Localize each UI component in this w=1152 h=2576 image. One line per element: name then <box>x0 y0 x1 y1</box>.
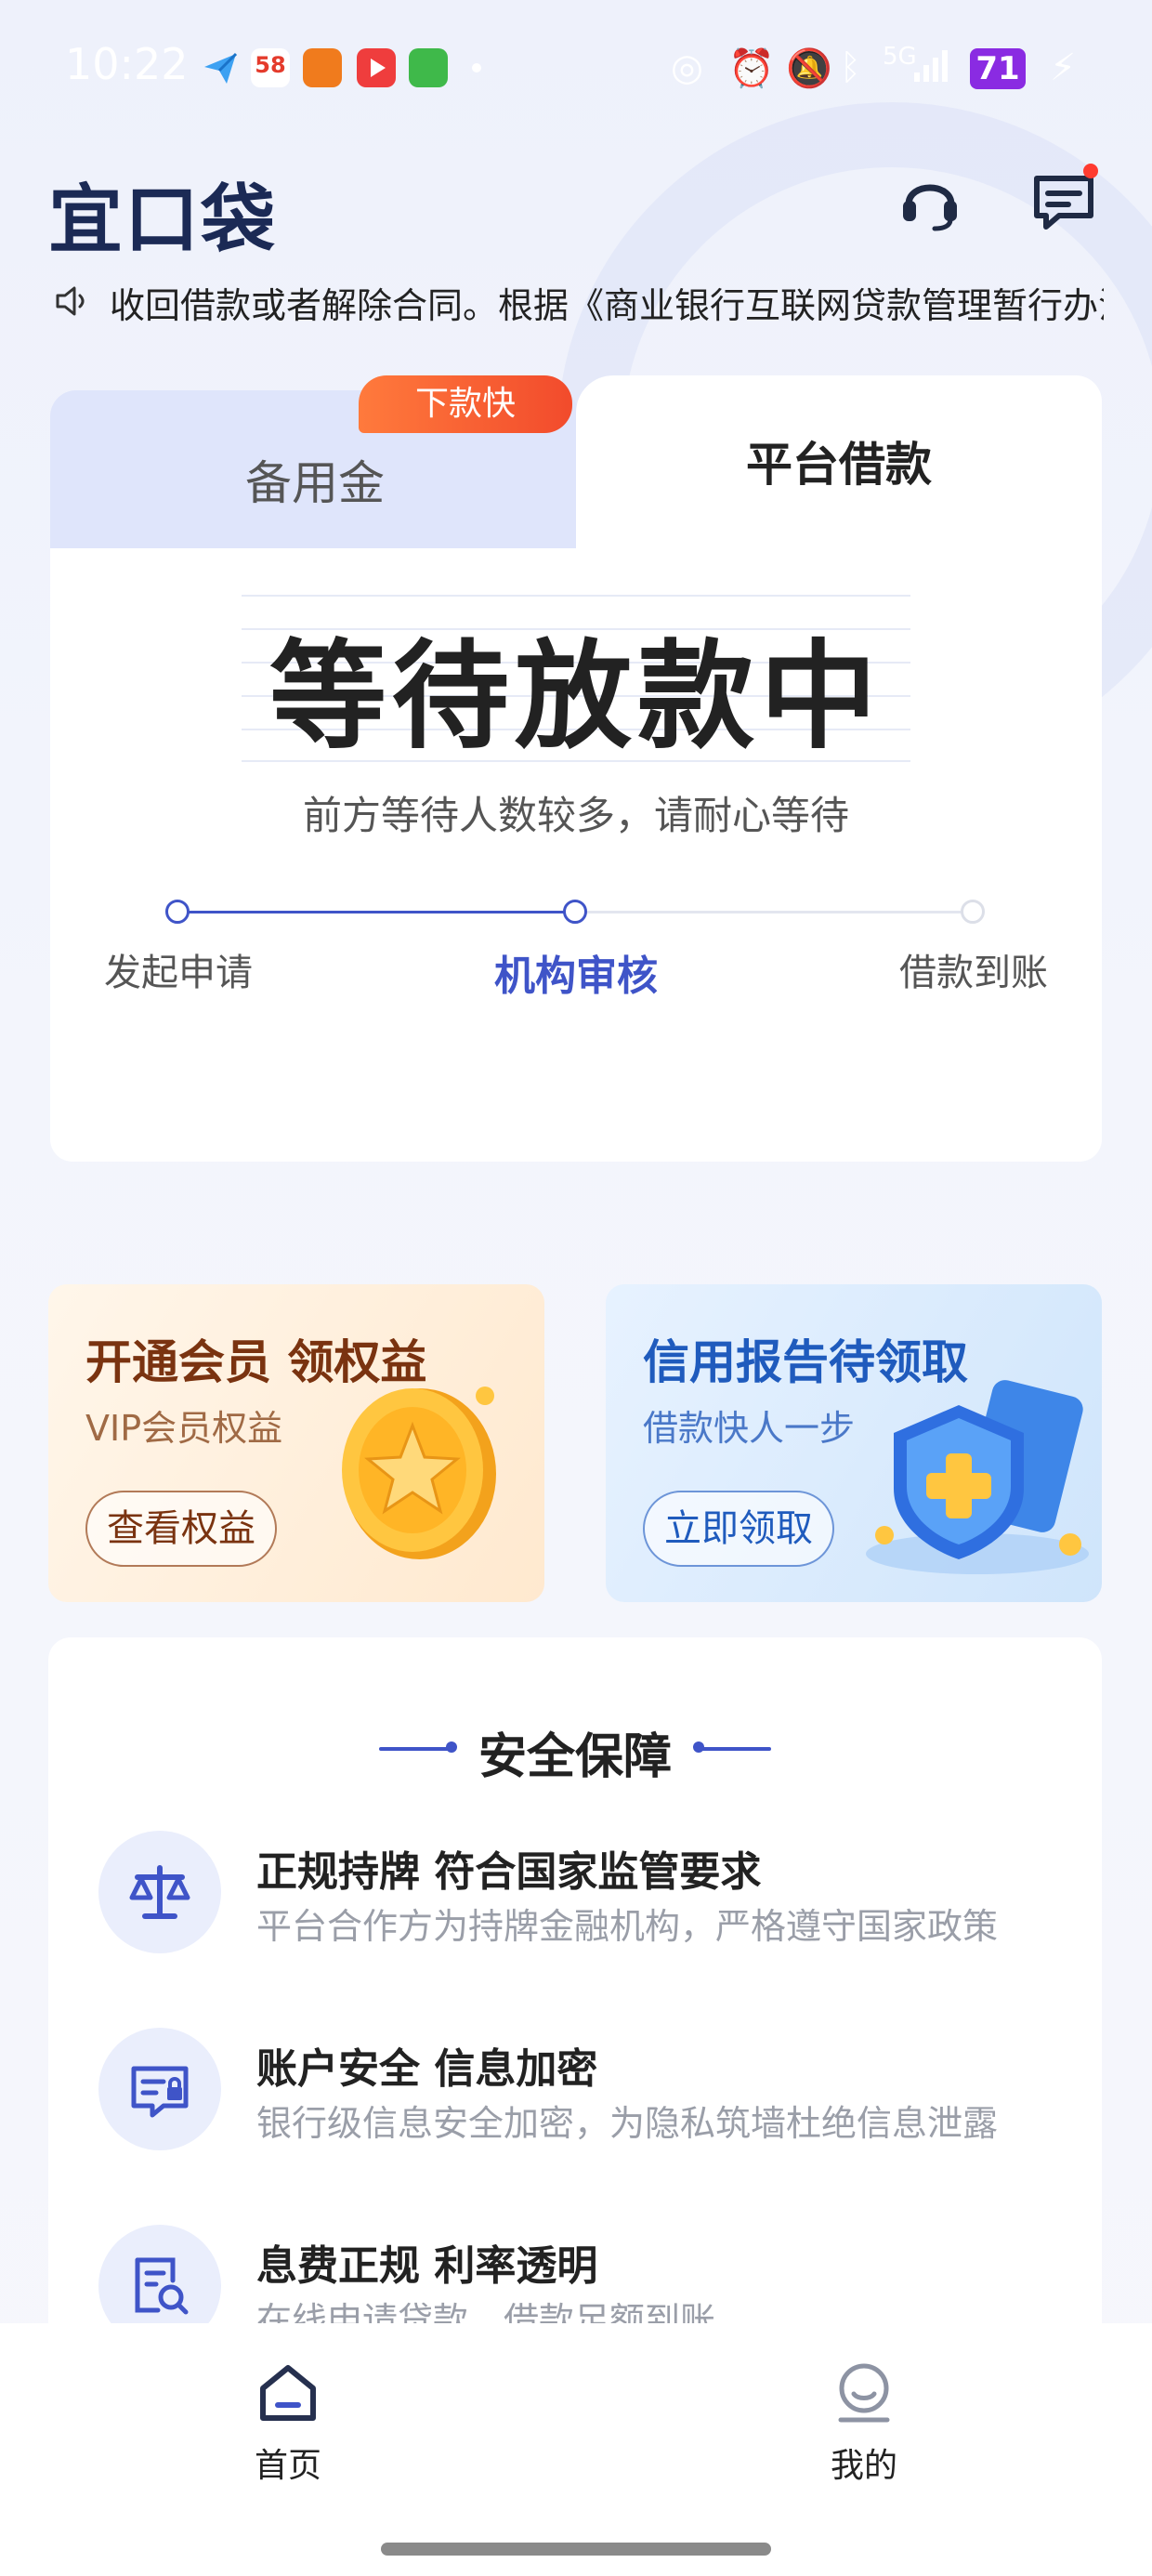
profile-icon <box>838 2363 890 2423</box>
safety-item-heading: 息费正规 利率透明 <box>256 2242 598 2290</box>
headset-icon <box>903 184 957 231</box>
mute-icon: 🔕 <box>786 47 832 90</box>
step-label-arrival: 借款到账 <box>899 952 1048 994</box>
nfc-icon: ◎ <box>671 46 703 89</box>
step-dot-arrival <box>961 900 985 924</box>
loan-status-title: 等待放款中 <box>269 628 883 765</box>
safety-item-license: 正规持牌 符合国家监管要求 平台合作方为持牌金融机构，严格遵守国家政策 <box>98 1831 1065 1979</box>
app-tv-icon <box>303 48 342 87</box>
alarm-icon: ⏰ <box>728 47 775 90</box>
home-icon <box>260 2365 316 2421</box>
notice-bar[interactable]: 收回借款或者解除合同。根据《商业银行互联网贷款管理暂行办法》 <box>54 275 1104 327</box>
title-decoration-right <box>697 1747 771 1751</box>
send-icon <box>201 48 240 87</box>
loan-card: 备用金 平台借款 下款快 等待放款中 前方等待人数较多，请耐心等待 发起申请 机… <box>50 375 1102 1162</box>
dot-icon <box>472 63 481 72</box>
app-screen: 10:22 58 ◎ ⏰ 🔕 ᛒ 5G 71 ⚡ 宜口袋 收回借款或者解除合同。… <box>0 0 1152 2576</box>
app-chat-icon <box>409 48 448 87</box>
tab-label: 平台借款 <box>746 438 932 492</box>
step-dot-review <box>563 900 587 924</box>
view-benefits-button[interactable]: 查看权益 <box>85 1491 277 1567</box>
tab-label: 备用金 <box>245 456 385 510</box>
step-dot-apply <box>165 900 190 924</box>
battery-icon: 71 <box>970 48 1026 89</box>
app-58-icon: 58 <box>251 48 290 87</box>
tab-platform-loan[interactable]: 平台借款 <box>576 375 1102 548</box>
nav-item-mine[interactable]: 我的 <box>771 2360 957 2500</box>
notice-text: 收回借款或者解除合同。根据《商业银行互联网贷款管理暂行办法》 <box>110 285 1104 326</box>
progress-fill <box>177 911 576 913</box>
safety-item-description: 平台合作方为持牌金融机构，严格遵守国家政策 <box>256 1906 999 1947</box>
step-label-apply: 发起申请 <box>104 952 253 994</box>
bottom-nav: 首页 我的 <box>0 2323 1152 2576</box>
step-label-review: 机构审核 <box>494 953 658 1000</box>
shield-icon <box>866 1380 1089 1574</box>
nav-label: 我的 <box>830 2447 897 2485</box>
app-logo: 宜口袋 <box>48 177 277 263</box>
safety-item-account: 账户安全 信息加密 银行级信息安全加密，为隐私筑墙杜绝信息泄露 <box>98 2028 1065 2176</box>
loan-status-panel: 等待放款中 前方等待人数较多，请耐心等待 发起申请 机构审核 借款到账 <box>50 548 1102 1162</box>
safety-item-heading: 账户安全 信息加密 <box>256 2045 598 2093</box>
vip-promo-card[interactable]: 开通会员 领权益 VIP会员权益 查看权益 <box>48 1284 544 1602</box>
home-indicator[interactable] <box>381 2543 771 2556</box>
scale-icon <box>98 1831 221 1953</box>
safety-section: 安全保障 正规持牌 符合国家监管要求 平台合作方为持牌金融机构，严格遵守国家政策 <box>48 1637 1102 2347</box>
unread-dot <box>1083 164 1098 178</box>
fast-payout-badge: 下款快 <box>359 375 572 433</box>
speaker-icon <box>56 286 85 316</box>
charging-icon: ⚡ <box>1050 46 1077 89</box>
signal-bars-icon <box>912 46 951 93</box>
bluetooth-icon: ᛒ <box>840 46 861 87</box>
claim-now-button[interactable]: 立即领取 <box>643 1491 834 1567</box>
safety-item-heading: 正规持牌 符合国家监管要求 <box>256 1848 762 1896</box>
safety-item-description: 银行级信息安全加密，为隐私筑墙杜绝信息泄露 <box>256 2103 999 2144</box>
nav-label: 首页 <box>254 2447 321 2485</box>
gold-coin-icon <box>342 1387 496 1559</box>
nav-item-home[interactable]: 首页 <box>195 2360 381 2500</box>
status-bar: 10:22 58 ◎ ⏰ 🔕 ᛒ 5G 71 ⚡ <box>0 0 1152 139</box>
loan-status-subtitle: 前方等待人数较多，请耐心等待 <box>302 793 849 838</box>
message-button[interactable] <box>1031 164 1098 232</box>
app-video-icon <box>357 48 396 87</box>
status-time: 10:22 <box>65 39 189 89</box>
id-card-icon <box>98 2028 221 2150</box>
customer-service-button[interactable] <box>897 167 962 232</box>
credit-report-promo-card[interactable]: 信用报告待领取 借款快人一步 立即领取 <box>606 1284 1102 1602</box>
promo-subtitle: 借款快人一步 <box>643 1408 856 1449</box>
safety-title: 安全保障 <box>478 1729 672 1785</box>
promo-subtitle: VIP会员权益 <box>85 1408 283 1449</box>
